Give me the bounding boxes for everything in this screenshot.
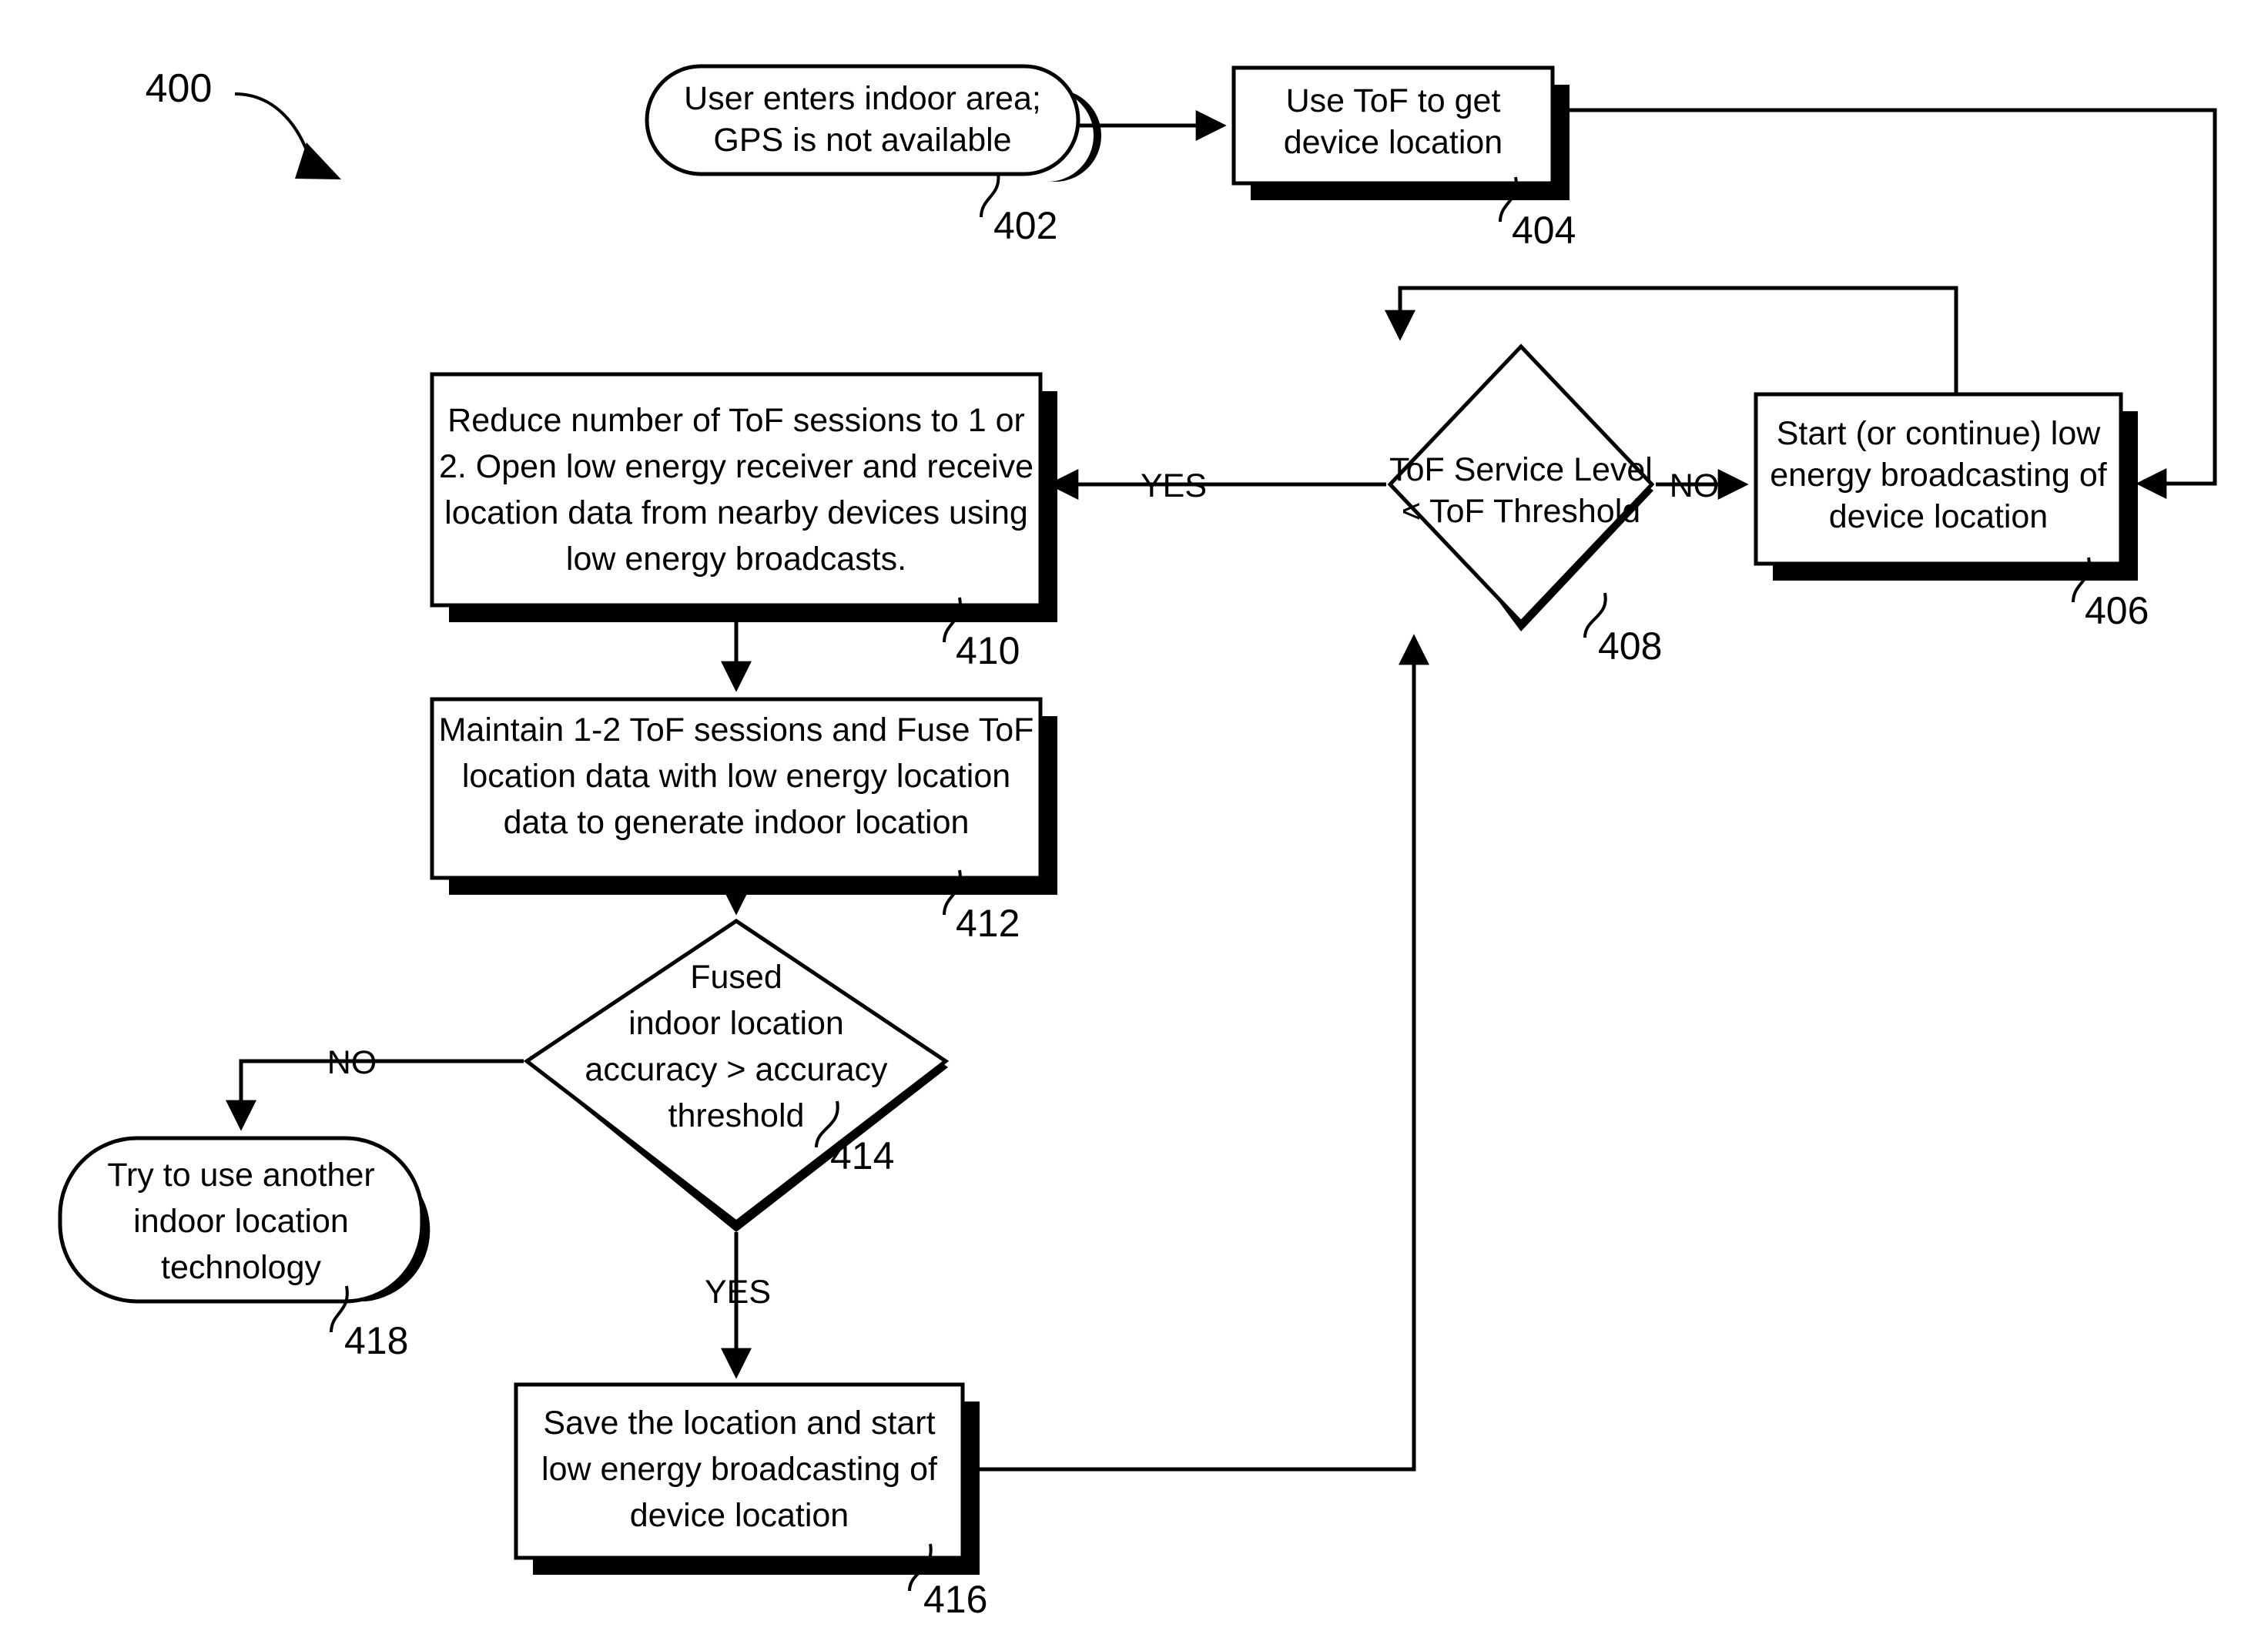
node-406[interactable]: Start (or continue) low energy broadcast… <box>1754 392 2149 632</box>
node-402[interactable]: User enters indoor area; GPS is not avai… <box>645 64 1101 247</box>
node-418-ref: 418 <box>344 1319 408 1362</box>
node-412-line-2: data to generate indoor location <box>504 804 970 841</box>
node-416[interactable]: Save the location and start low energy b… <box>514 1382 987 1621</box>
node-410-line-3: low energy broadcasts. <box>566 541 906 578</box>
figure-number-group: 400 <box>146 66 341 179</box>
node-404-ref: 404 <box>1512 209 1576 252</box>
node-406-ref: 406 <box>2085 589 2149 632</box>
node-408-line-1: < ToF Threshold <box>1402 493 1640 530</box>
node-404-line-0: Use ToF to get <box>1286 82 1501 119</box>
edge-label-414-yes: YES <box>705 1274 771 1311</box>
edge-406-to-408-feedback <box>1385 286 1958 394</box>
node-412[interactable]: Maintain 1-2 ToF sessions and Fuse ToF l… <box>430 697 1057 945</box>
node-416-line-1: low energy broadcasting of <box>541 1451 938 1488</box>
edge-label-408-no: NO <box>1670 467 1720 504</box>
node-414-ref: 414 <box>830 1134 894 1177</box>
node-408[interactable]: ToF Service Level < ToF Threshold 408 <box>1387 343 1662 668</box>
node-414-line-3: threshold <box>668 1097 805 1134</box>
node-410-line-2: location data from nearby devices using <box>444 494 1028 531</box>
figure-number: 400 <box>146 66 213 111</box>
node-412-ref: 412 <box>956 902 1020 945</box>
node-404[interactable]: Use ToF to get device location 404 <box>1231 65 1576 252</box>
figure-leader-arrowhead <box>295 142 341 179</box>
node-402-ref: 402 <box>993 204 1057 247</box>
node-410-line-0: Reduce number of ToF sessions to 1 or <box>447 402 1025 439</box>
node-414[interactable]: Fused indoor location accuracy > accurac… <box>523 918 950 1232</box>
node-406-line-0: Start (or continue) low <box>1777 415 2102 452</box>
node-418-line-0: Try to use another <box>107 1157 374 1194</box>
node-412-line-1: location data with low energy location <box>462 758 1010 795</box>
node-406-line-1: energy broadcasting of <box>1770 457 2108 494</box>
flowchart-canvas: 400 User enters indoor area; GPS is not … <box>0 0 2268 1651</box>
node-410-ref: 410 <box>956 629 1020 672</box>
node-414-line-2: accuracy > accuracy <box>585 1051 888 1088</box>
node-408-line-0: ToF Service Level <box>1389 451 1653 488</box>
node-416-ref: 416 <box>923 1578 987 1621</box>
node-404-line-1: device location <box>1284 124 1503 161</box>
node-406-line-2: device location <box>1829 498 2048 535</box>
node-410-line-1: 2. Open low energy receiver and receive <box>439 448 1033 485</box>
node-416-line-0: Save the location and start <box>543 1405 935 1442</box>
node-418[interactable]: Try to use another indoor location techn… <box>58 1136 430 1362</box>
node-414-line-1: indoor location <box>628 1005 844 1042</box>
node-414-line-0: Fused <box>690 959 782 996</box>
node-412-line-0: Maintain 1-2 ToF sessions and Fuse ToF <box>439 712 1034 748</box>
flowchart-svg: 400 User enters indoor area; GPS is not … <box>58 64 2217 1621</box>
figure-leader-curve <box>234 92 310 155</box>
edge-label-414-no: NO <box>327 1044 377 1081</box>
edge-414-no-to-418 <box>226 1059 524 1131</box>
node-410[interactable]: Reduce number of ToF sessions to 1 or 2.… <box>430 372 1057 672</box>
node-408-ref: 408 <box>1598 625 1662 668</box>
node-416-line-2: device location <box>630 1497 849 1534</box>
edge-label-408-yes: YES <box>1141 467 1207 504</box>
node-418-line-2: technology <box>161 1249 321 1286</box>
node-402-line-1: GPS is not available <box>713 122 1011 159</box>
node-402-line-0: User enters indoor area; <box>684 80 1041 117</box>
node-418-line-1: indoor location <box>133 1203 349 1240</box>
